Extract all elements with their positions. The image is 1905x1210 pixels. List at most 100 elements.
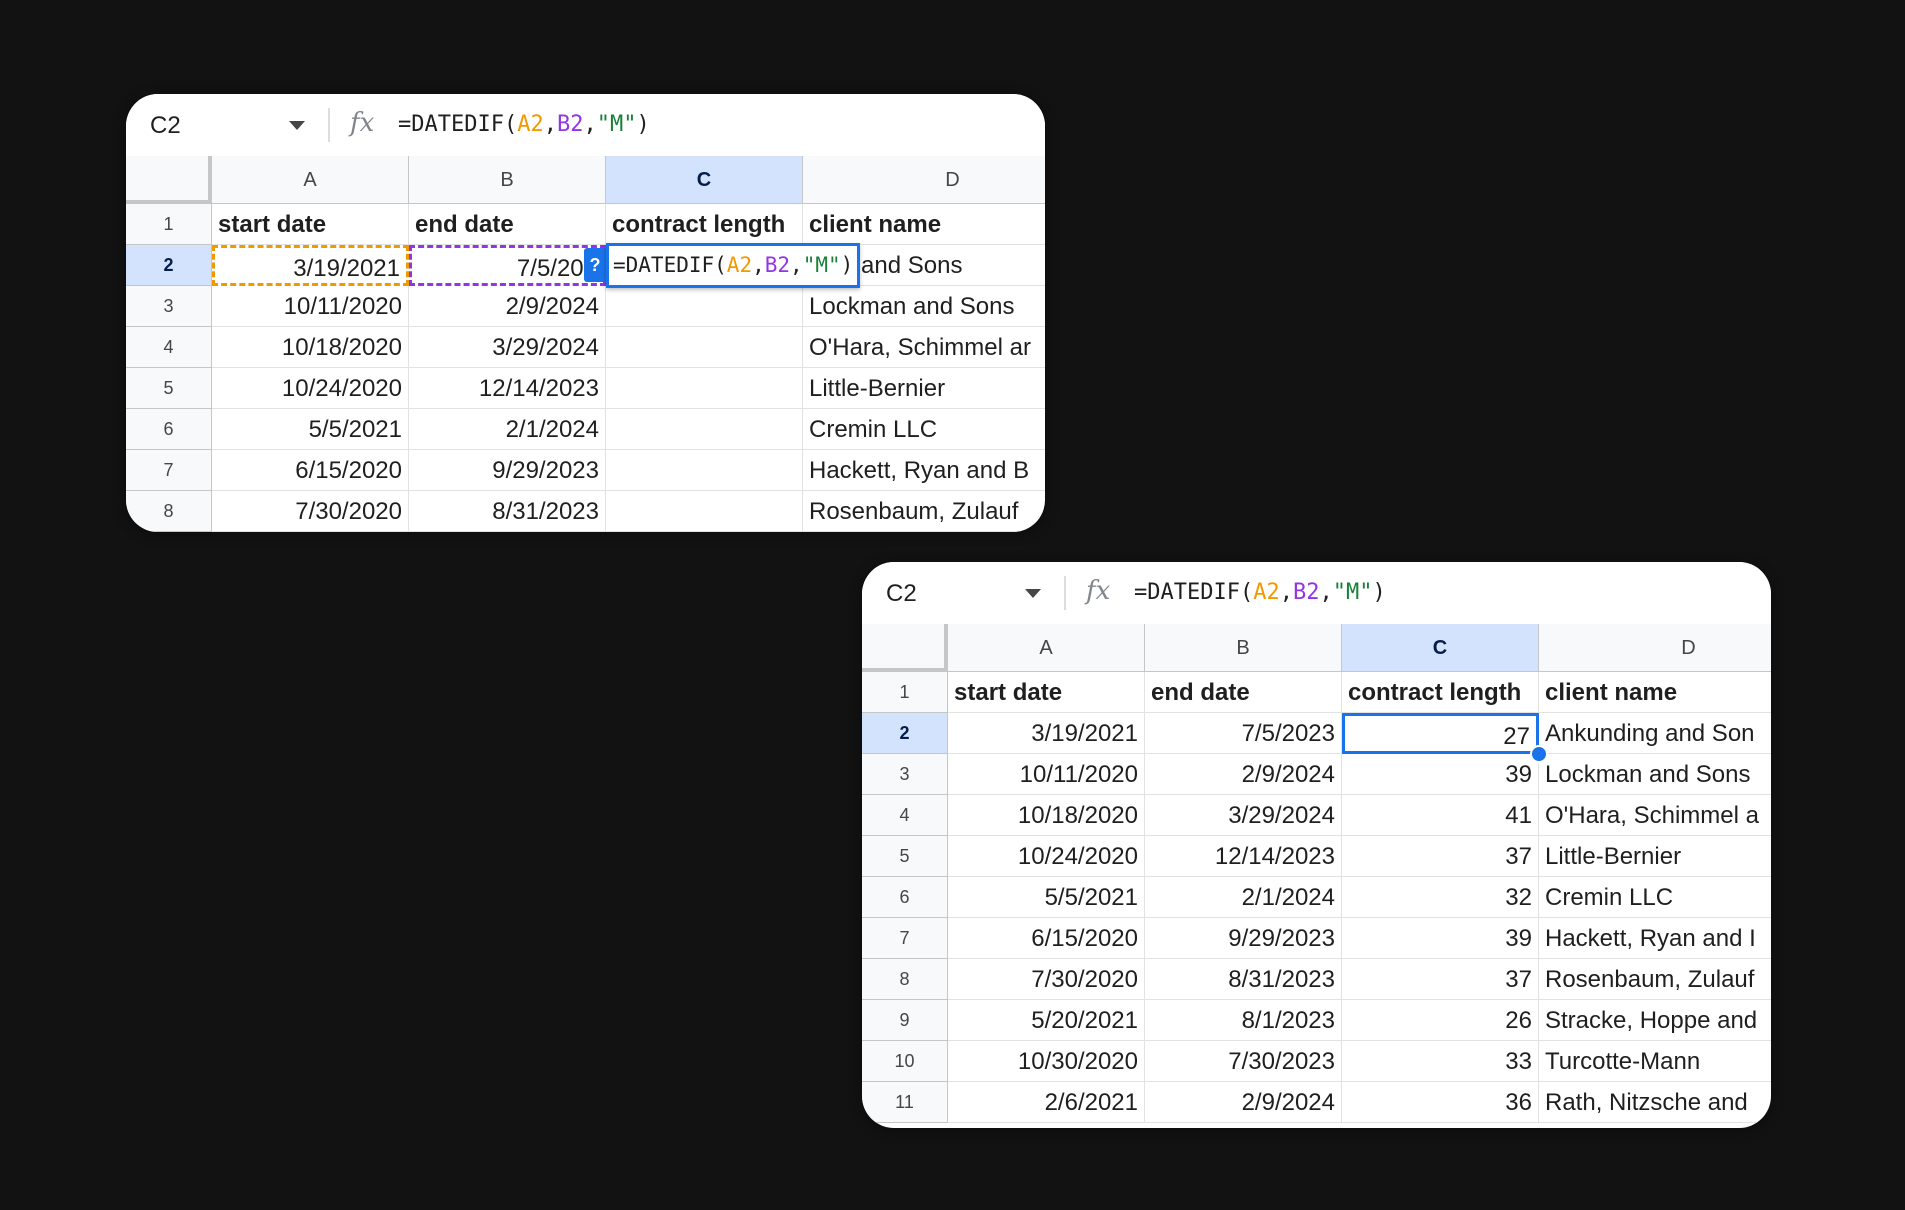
- fill-handle[interactable]: [1530, 745, 1548, 763]
- data-cell[interactable]: 10/24/2020: [212, 368, 409, 409]
- data-cell[interactable]: 7/30/2020: [212, 491, 409, 532]
- data-cell[interactable]: Turcotte-Mann: [1539, 1041, 1771, 1082]
- data-cell[interactable]: 2/6/2021: [948, 1082, 1145, 1123]
- data-cell[interactable]: [606, 327, 803, 368]
- data-cell[interactable]: 5/5/2021: [948, 877, 1145, 918]
- data-cell[interactable]: 3/19/2021: [948, 713, 1145, 754]
- header-cell[interactable]: start date: [948, 672, 1145, 713]
- data-cell[interactable]: 7/30/2020: [948, 959, 1145, 1000]
- row-header[interactable]: 6: [862, 877, 948, 918]
- row-header[interactable]: 7: [862, 918, 948, 959]
- header-cell[interactable]: client name: [1539, 672, 1771, 713]
- name-box-dropdown-icon[interactable]: [289, 121, 305, 130]
- data-cell[interactable]: 10/24/2020: [948, 836, 1145, 877]
- data-cell[interactable]: 10/11/2020: [948, 754, 1145, 795]
- data-cell[interactable]: 8/31/2023: [409, 491, 606, 532]
- data-cell[interactable]: 27: [1342, 713, 1539, 754]
- data-cell[interactable]: 5/20/2021: [948, 1000, 1145, 1041]
- data-cell[interactable]: Cremin LLC: [1539, 877, 1771, 918]
- header-cell[interactable]: contract length: [606, 204, 803, 245]
- formula-help-icon[interactable]: ?: [584, 248, 606, 282]
- data-cell[interactable]: 37: [1342, 836, 1539, 877]
- column-header-d[interactable]: D: [1539, 624, 1771, 672]
- data-cell[interactable]: [606, 286, 803, 327]
- data-cell[interactable]: 7/30/2023: [1145, 1041, 1342, 1082]
- data-cell[interactable]: 2/9/2024: [409, 286, 606, 327]
- row-header[interactable]: 3: [126, 286, 212, 327]
- column-header-a[interactable]: A: [212, 156, 409, 204]
- data-cell[interactable]: Hackett, Ryan and I: [1539, 918, 1771, 959]
- row-header[interactable]: 7: [126, 450, 212, 491]
- header-cell[interactable]: end date: [1145, 672, 1342, 713]
- data-cell[interactable]: Little-Bernier: [1539, 836, 1771, 877]
- data-cell[interactable]: O'Hara, Schimmel a: [1539, 795, 1771, 836]
- data-cell[interactable]: 5/5/2021: [212, 409, 409, 450]
- data-cell[interactable]: 12/14/2023: [409, 368, 606, 409]
- row-header[interactable]: 8: [862, 959, 948, 1000]
- data-cell[interactable]: 2/1/2024: [1145, 877, 1342, 918]
- formula-input[interactable]: =DATEDIF(A2,B2,"M"): [1134, 580, 1386, 605]
- data-cell[interactable]: 3/29/2024: [409, 327, 606, 368]
- row-header[interactable]: 9: [862, 1000, 948, 1041]
- data-cell[interactable]: 10/18/2020: [948, 795, 1145, 836]
- data-cell[interactable]: 32: [1342, 877, 1539, 918]
- cell-formula-editor[interactable]: =DATEDIF(A2,B2,"M"): [606, 243, 861, 288]
- data-cell[interactable]: Lockman and Sons: [1539, 754, 1771, 795]
- data-cell[interactable]: 2/9/2024: [1145, 754, 1342, 795]
- row-header[interactable]: 10: [862, 1041, 948, 1082]
- data-cell[interactable]: 37: [1342, 959, 1539, 1000]
- data-cell[interactable]: 3/19/2021: [212, 245, 409, 286]
- header-cell[interactable]: end date: [409, 204, 606, 245]
- row-header[interactable]: 11: [862, 1082, 948, 1123]
- data-cell[interactable]: 12/14/2023: [1145, 836, 1342, 877]
- data-cell[interactable]: 41: [1342, 795, 1539, 836]
- data-cell[interactable]: [606, 491, 803, 532]
- header-cell[interactable]: contract length: [1342, 672, 1539, 713]
- data-cell[interactable]: 39: [1342, 918, 1539, 959]
- data-cell[interactable]: 2/1/2024: [409, 409, 606, 450]
- row-header[interactable]: 1: [126, 204, 212, 245]
- data-cell[interactable]: 33: [1342, 1041, 1539, 1082]
- row-header[interactable]: 4: [126, 327, 212, 368]
- data-cell[interactable]: 6/15/2020: [948, 918, 1145, 959]
- column-header-b[interactable]: B: [409, 156, 606, 204]
- data-cell[interactable]: 8/31/2023: [1145, 959, 1342, 1000]
- name-box[interactable]: C2: [886, 580, 917, 608]
- column-header-c[interactable]: C: [606, 156, 803, 204]
- column-header-b[interactable]: B: [1145, 624, 1342, 672]
- column-header-a[interactable]: A: [948, 624, 1145, 672]
- data-cell[interactable]: 9/29/2023: [409, 450, 606, 491]
- data-cell[interactable]: 10/11/2020: [212, 286, 409, 327]
- data-cell[interactable]: Lockman and Sons: [803, 286, 1045, 327]
- data-cell[interactable]: [606, 450, 803, 491]
- data-cell[interactable]: Hackett, Ryan and B: [803, 450, 1045, 491]
- data-cell[interactable]: 2/9/2024: [1145, 1082, 1342, 1123]
- row-header[interactable]: 8: [126, 491, 212, 532]
- data-cell[interactable]: 8/1/2023: [1145, 1000, 1342, 1041]
- data-cell[interactable]: 7/5/202: [409, 245, 606, 286]
- name-box[interactable]: C2: [150, 112, 181, 140]
- data-cell[interactable]: 36: [1342, 1082, 1539, 1123]
- data-cell[interactable]: 9/29/2023: [1145, 918, 1342, 959]
- select-all-corner[interactable]: [126, 156, 212, 204]
- row-header[interactable]: 4: [862, 795, 948, 836]
- header-cell[interactable]: start date: [212, 204, 409, 245]
- select-all-corner[interactable]: [862, 624, 948, 672]
- data-cell[interactable]: [606, 368, 803, 409]
- data-cell[interactable]: 10/18/2020: [212, 327, 409, 368]
- row-header[interactable]: 5: [126, 368, 212, 409]
- header-cell[interactable]: client name: [803, 204, 1045, 245]
- data-cell[interactable]: Rosenbaum, Zulauf: [1539, 959, 1771, 1000]
- row-header[interactable]: 2: [126, 245, 212, 286]
- data-cell[interactable]: 39: [1342, 754, 1539, 795]
- data-cell[interactable]: O'Hara, Schimmel ar: [803, 327, 1045, 368]
- data-cell[interactable]: Little-Bernier: [803, 368, 1045, 409]
- row-header[interactable]: 6: [126, 409, 212, 450]
- name-box-dropdown-icon[interactable]: [1025, 589, 1041, 598]
- formula-input[interactable]: =DATEDIF(A2,B2,"M"): [398, 112, 650, 137]
- row-header[interactable]: 3: [862, 754, 948, 795]
- data-cell[interactable]: Cremin LLC: [803, 409, 1045, 450]
- column-header-c[interactable]: C: [1342, 624, 1539, 672]
- row-header[interactable]: 1: [862, 672, 948, 713]
- data-cell[interactable]: 7/5/2023: [1145, 713, 1342, 754]
